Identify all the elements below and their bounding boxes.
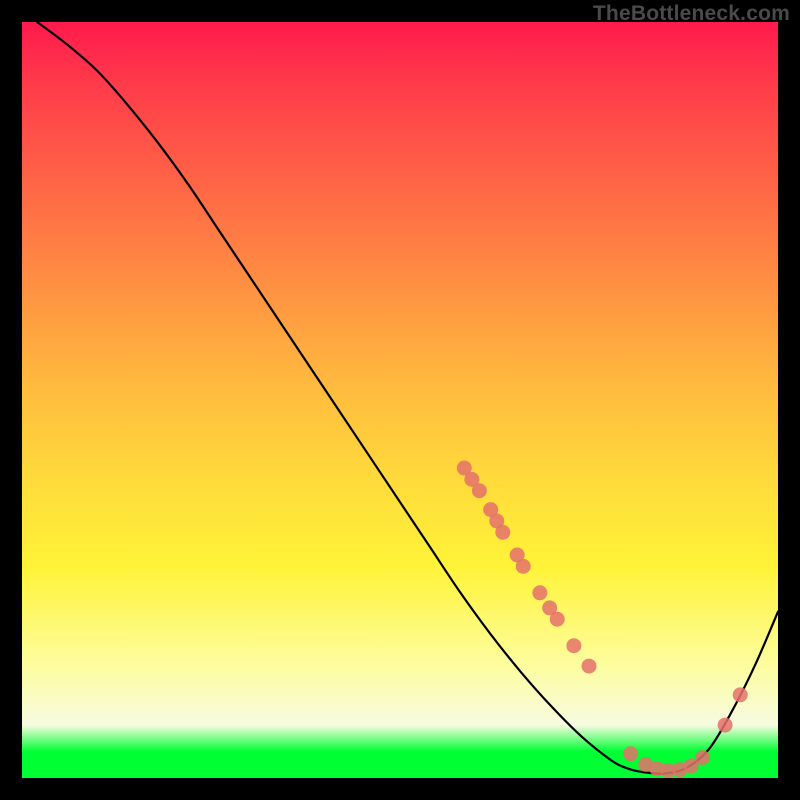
watermark-text: TheBottleneck.com <box>593 2 790 26</box>
data-point <box>472 483 487 498</box>
data-point <box>566 638 581 653</box>
data-point <box>495 525 510 540</box>
data-point <box>550 612 565 627</box>
plot-area <box>22 22 778 778</box>
scatter-points <box>457 461 748 778</box>
data-point <box>532 585 547 600</box>
data-point <box>718 718 733 733</box>
chart-frame: TheBottleneck.com <box>0 0 800 800</box>
bottleneck-curve <box>37 22 778 774</box>
data-point <box>695 750 710 765</box>
data-point <box>516 559 531 574</box>
data-point <box>733 687 748 702</box>
data-point <box>582 659 597 674</box>
curve-layer <box>22 22 778 778</box>
data-point <box>623 746 638 761</box>
